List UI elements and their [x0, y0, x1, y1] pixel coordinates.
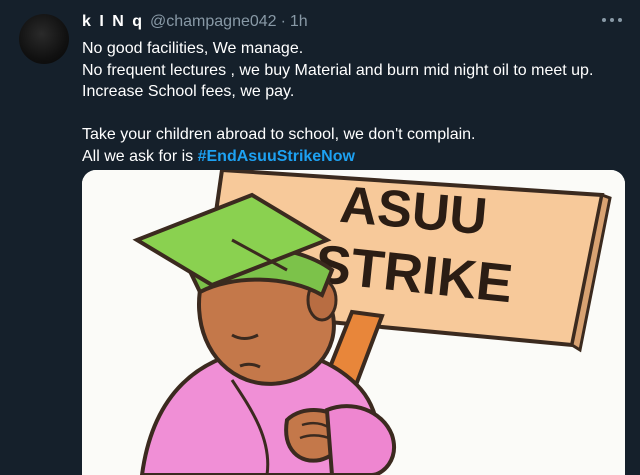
more-options-icon[interactable] — [602, 14, 622, 26]
tweet-line-break — [82, 103, 627, 125]
tweet: k I N q @champagne042 · 1h No good facil… — [0, 0, 640, 475]
strike-cartoon-illustration: ASUU STRIKE — [82, 170, 625, 475]
tweet-line: Increase School fees, we pay. — [82, 83, 295, 100]
tweet-header: k I N q @champagne042 · 1h — [82, 13, 308, 35]
tweet-line: All we ask for is #EndAsuuStrikeNow — [82, 146, 627, 168]
tweet-media-image[interactable]: ASUU STRIKE — [82, 170, 625, 475]
hashtag-link[interactable]: #EndAsuuStrikeNow — [198, 148, 355, 165]
tweet-line: No frequent lectures , we buy Material a… — [82, 61, 594, 79]
user-handle[interactable]: @champagne042 — [150, 13, 277, 31]
tweet-line-prefix: All we ask for is — [82, 147, 198, 165]
separator-dot: · — [280, 13, 286, 30]
tweet-line: No good facilities, We manage. — [82, 40, 304, 57]
avatar[interactable] — [19, 14, 69, 64]
display-name[interactable]: k I N q — [82, 13, 144, 31]
timestamp[interactable]: 1h — [290, 13, 308, 31]
tweet-line: Take your children abroad to school, we … — [82, 126, 476, 143]
tweet-text: No good facilities, We manage. No freque… — [82, 38, 627, 167]
